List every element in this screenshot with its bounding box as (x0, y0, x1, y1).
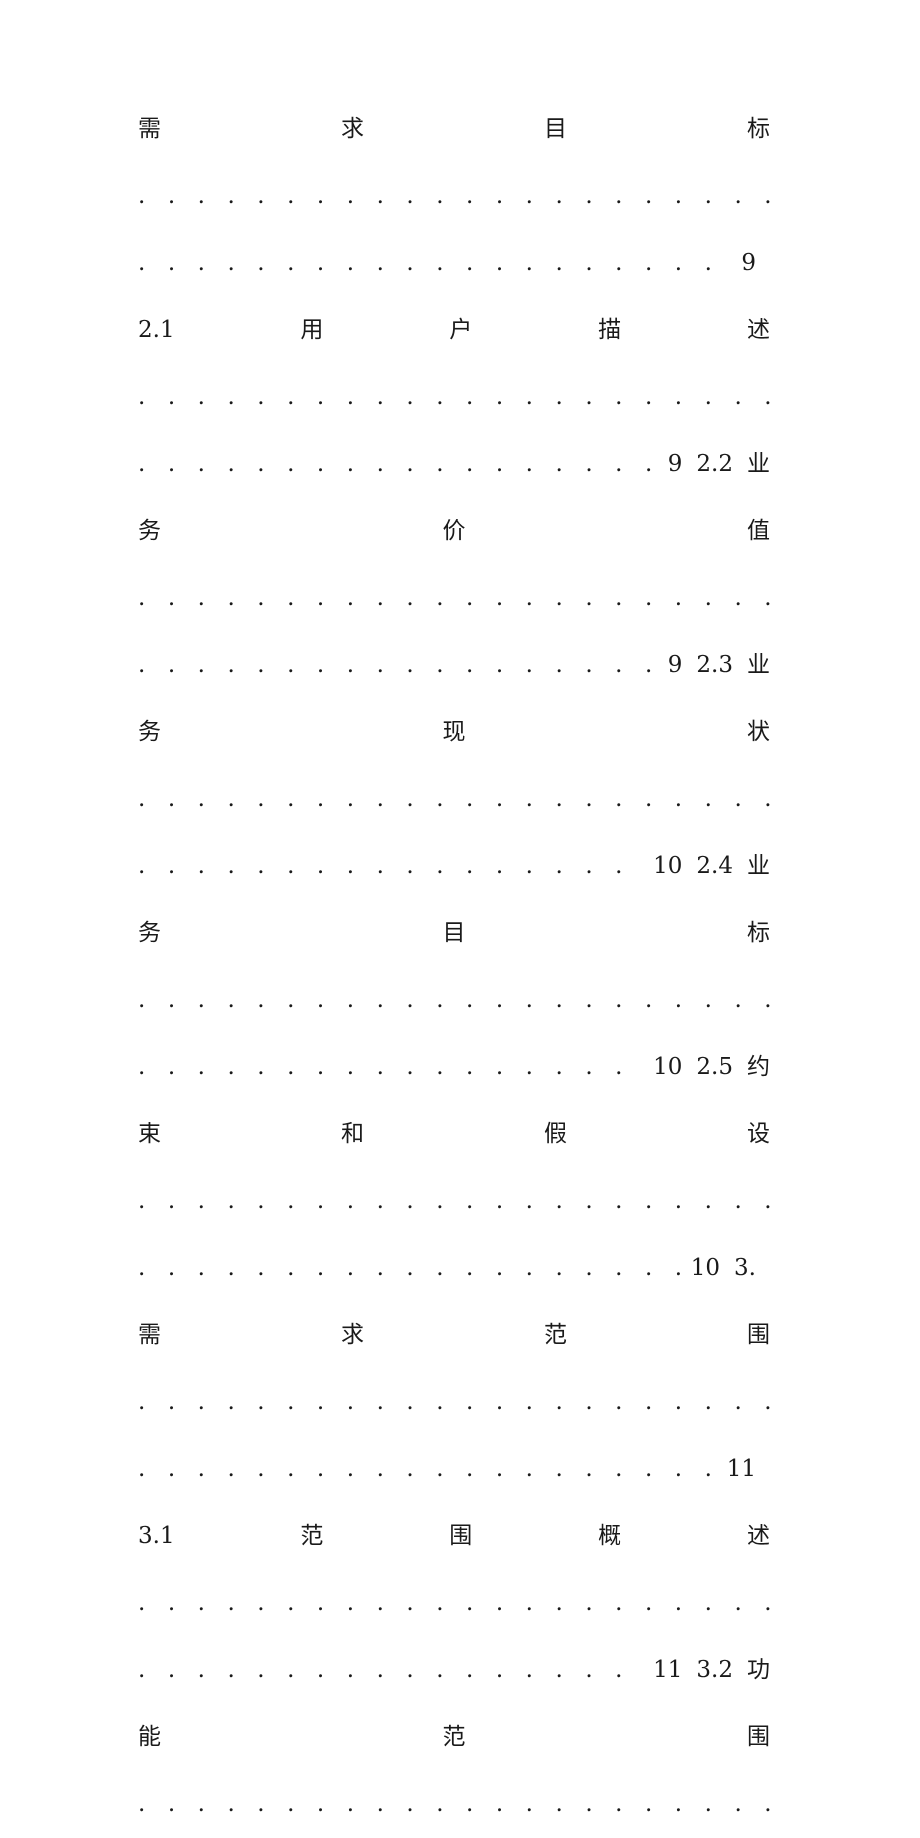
dot-leader: . . . . . . . . . . . . . . . . . . . . … (138, 652, 658, 678)
page-number: 11 (653, 1657, 683, 1683)
dot-leader: . . . . . . . . . . . . . . . . . . . . … (138, 183, 770, 209)
page-number: 9 (667, 451, 683, 477)
dot-leader: . . . . . . . . . . . . . . . . . . . . … (138, 1255, 681, 1281)
next-section-number: 2.4 (696, 853, 733, 879)
toc-entry-title: 2.1 用 户 描 述 (138, 297, 770, 364)
toc-title-glyph: 围 (747, 1322, 770, 1348)
next-section-glyph: 业 (747, 853, 770, 879)
toc-title-glyph: 标 (747, 116, 770, 142)
toc-title-glyph: 户 (449, 317, 473, 343)
toc-entry-title: 需求目标 (138, 96, 770, 163)
toc-entry-title: 务目标 (138, 900, 770, 967)
dot-leader: . . . . . . . . . . . . . . . . . . . . … (138, 853, 643, 879)
toc-title-glyph: 标 (747, 920, 770, 946)
dot-leader-with-page: . . . . . . . . . . . . . . . . . . . . … (138, 1235, 770, 1302)
leader-tail: 11 3.2 功 (643, 1637, 770, 1704)
dot-leader: . . . . . . . . . . . . . . . . . . . . … (138, 250, 731, 276)
page-number: 10 (653, 1054, 683, 1080)
toc-title-glyph: 假 (544, 1121, 567, 1147)
toc-entry-title: 务价值 (138, 498, 770, 565)
leader-tail: 9 2.2 业 (658, 431, 770, 498)
toc-title-glyph: 用 (300, 317, 324, 343)
page-number: 9 (667, 652, 683, 678)
toc-title-glyph: 现 (442, 719, 466, 745)
next-section-glyph: 功 (747, 1657, 770, 1683)
toc-entry-title: 务现状 (138, 699, 770, 766)
next-section-number: 2.2 (696, 451, 733, 477)
dot-leader: . . . . . . . . . . . . . . . . . . . . … (138, 1791, 770, 1817)
next-section-glyph: 约 (747, 1054, 770, 1080)
toc-title-glyph: 设 (747, 1121, 770, 1147)
toc-title-glyph: 围 (449, 1523, 473, 1549)
leader-tail: 9 (731, 230, 770, 297)
dot-leader: . . . . . . . . . . . . . . . . . . . . … (138, 384, 770, 410)
toc-title-glyph: 需 (138, 1322, 161, 1348)
dot-leader-with-page: . . . . . . . . . . . . . . . . . . . . … (138, 833, 770, 900)
toc-title-glyph: 范 (442, 1724, 466, 1750)
next-section-glyph: 业 (747, 451, 770, 477)
toc-title-glyph: 务 (138, 518, 161, 544)
dot-leader: . . . . . . . . . . . . . . . . . . . . … (138, 1054, 643, 1080)
toc-title-glyph: 价 (442, 518, 466, 544)
toc-title-glyph: 目 (442, 920, 466, 946)
leader-tail: 9 2.3 业 (658, 632, 770, 699)
toc-title-glyph: 概 (598, 1523, 622, 1549)
toc-entry-title: 需求范围 (138, 1302, 770, 1369)
dot-leader: . . . . . . . . . . . . . . . . . . . . … (138, 1188, 770, 1214)
dot-leader: . . . . . . . . . . . . . . . . . . . . … (138, 585, 770, 611)
toc-title-glyph: 值 (747, 518, 770, 544)
leader-tail: 10 2.4 业 (643, 833, 770, 900)
toc-title-glyph: 3.1 (138, 1523, 175, 1549)
dot-leader: . . . . . . . . . . . . . . . . . . . . … (138, 786, 770, 812)
document-page: 需求目标. . . . . . . . . . . . . . . . . . … (0, 0, 920, 1817)
dot-leader-with-page: . . . . . . . . . . . . . . . . . . . . … (138, 632, 770, 699)
toc-title-glyph: 范 (300, 1523, 324, 1549)
dot-leader-with-page: . . . . . . . . . . . . . . . . . . . . … (138, 1034, 770, 1101)
toc-title-glyph: 和 (341, 1121, 364, 1147)
dot-leader-with-page: . . . . . . . . . . . . . . . . . . . . … (138, 431, 770, 498)
table-of-contents: 需求目标. . . . . . . . . . . . . . . . . . … (138, 96, 770, 1838)
toc-title-glyph: 状 (747, 719, 770, 745)
page-number: 11 (726, 1456, 756, 1482)
toc-title-glyph: 描 (598, 317, 622, 343)
page-number: 10 (653, 853, 683, 879)
next-section-glyph: 业 (747, 652, 770, 678)
toc-title-glyph: 需 (138, 116, 161, 142)
toc-entry-title: 能范围 (138, 1704, 770, 1771)
toc-title-glyph: 务 (138, 719, 161, 745)
dot-leader-with-page: . . . . . . . . . . . . . . . . . . . . … (138, 230, 770, 297)
toc-title-glyph: 2.1 (138, 317, 175, 343)
toc-title-glyph: 务 (138, 920, 161, 946)
next-section-number: 2.5 (696, 1054, 733, 1080)
leader-tail: 10 3. (681, 1235, 770, 1302)
toc-title-glyph: 述 (746, 317, 770, 343)
toc-title-glyph: 求 (341, 1322, 364, 1348)
toc-title-glyph: 述 (746, 1523, 770, 1549)
toc-entry-title: 束和假设 (138, 1101, 770, 1168)
toc-title-glyph: 围 (747, 1724, 770, 1750)
dot-leader: . . . . . . . . . . . . . . . . . . . . … (138, 1590, 770, 1616)
leader-tail: 10 2.5 约 (643, 1034, 770, 1101)
next-section-number: 3. (734, 1255, 756, 1281)
dot-leader: . . . . . . . . . . . . . . . . . . . . … (138, 1456, 717, 1482)
toc-title-glyph: 范 (544, 1322, 567, 1348)
page-number: 10 (690, 1255, 721, 1281)
dot-leader-with-page: . . . . . . . . . . . . . . . . . . . . … (138, 1436, 770, 1503)
dot-leader: . . . . . . . . . . . . . . . . . . . . … (138, 987, 770, 1013)
leader-tail: 11 (717, 1436, 770, 1503)
next-section-number: 2.3 (696, 652, 733, 678)
dot-leader-with-page: . . . . . . . . . . . . . . . . . . . . … (138, 1637, 770, 1704)
toc-entry-title: 3.1 范 围 概 述 (138, 1503, 770, 1570)
next-section-number: 3.2 (696, 1657, 733, 1683)
page-number: 9 (741, 250, 756, 276)
dot-leader: . . . . . . . . . . . . . . . . . . . . … (138, 1389, 770, 1415)
toc-title-glyph: 束 (138, 1121, 161, 1147)
dot-leader: . . . . . . . . . . . . . . . . . . . . … (138, 451, 658, 477)
dot-leader: . . . . . . . . . . . . . . . . . . . . … (138, 1657, 643, 1683)
toc-title-glyph: 目 (544, 116, 567, 142)
toc-title-glyph: 求 (341, 116, 364, 142)
toc-title-glyph: 能 (138, 1724, 161, 1750)
